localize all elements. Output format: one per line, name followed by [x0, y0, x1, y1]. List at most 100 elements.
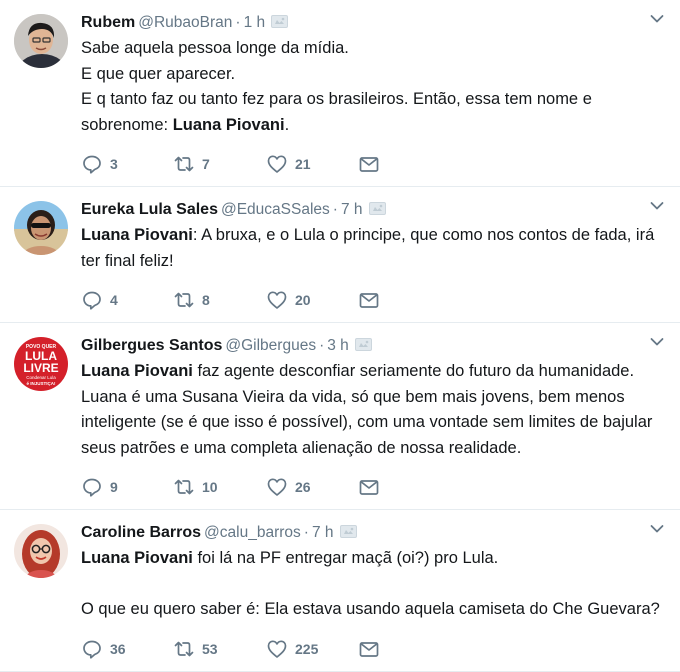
retweet-icon: [174, 641, 194, 656]
mention-name[interactable]: Luana Piovani: [81, 226, 193, 244]
separator-dot: ·: [319, 337, 325, 354]
reply-icon: [83, 291, 101, 310]
avatar[interactable]: [14, 14, 68, 68]
tweet-text-line: seus patrões e uma completa alienação de…: [81, 436, 666, 462]
tweet-time[interactable]: 7 h: [312, 524, 334, 541]
direct-message-button[interactable]: [358, 476, 380, 498]
retweet-button[interactable]: 10: [173, 476, 266, 498]
tweet-1[interactable]: Rubem @RubaoBran · 1 h Sabe aquela pessoa l…: [0, 0, 680, 187]
direct-message-button[interactable]: [358, 638, 380, 660]
reply-icon: [83, 640, 101, 659]
tweet-2[interactable]: Eureka Lula Sales @EducaSSales · 7 h Luana …: [0, 187, 680, 323]
retweet-count: 7: [202, 156, 210, 172]
like-button[interactable]: 225: [266, 638, 358, 660]
tweet-text-segment: faz agente desconfiar seriamente do futu…: [192, 362, 635, 380]
heart-icon: [267, 155, 287, 173]
mention-name[interactable]: Luana Piovani: [81, 549, 193, 567]
avatar[interactable]: [14, 524, 68, 578]
tweet-text-line: Sabe aquela pessoa longe da mídia.: [81, 36, 666, 62]
envelope-icon: [359, 480, 379, 495]
direct-message-button[interactable]: [358, 153, 380, 175]
tweet-text-segment: foi lá na PF entregar maçã (oi?) pro Lul…: [192, 549, 499, 567]
reply-button[interactable]: 9: [81, 476, 173, 498]
like-count: 26: [295, 479, 311, 495]
user-handle[interactable]: @EducaSSales: [221, 201, 330, 218]
heart-icon: [267, 291, 287, 309]
tweet-time[interactable]: 1 h: [244, 14, 266, 31]
chevron-down-icon[interactable]: [650, 201, 664, 211]
tweet-text: Luana Piovani: A bruxa, e o Lula o princ…: [81, 223, 666, 274]
tweet-text-line: E que quer aparecer.: [81, 62, 666, 88]
envelope-icon: [359, 293, 379, 308]
tweet-text-segment: inteligente (se é que isso é possível), …: [81, 413, 653, 431]
retweet-icon: [174, 292, 194, 308]
tweet-text: Luana Piovani faz agente desconfiar seri…: [81, 359, 666, 461]
display-name[interactable]: Rubem: [81, 14, 135, 31]
tweet-header: Rubem @RubaoBran · 1 h: [81, 12, 666, 34]
envelope-icon: [359, 157, 379, 172]
avatar[interactable]: POVO QUER LULA LIVRE Condenar Lula é INJUSTI…: [14, 337, 68, 391]
retweet-count: 10: [202, 479, 218, 495]
tweet-text-line: Luana Piovani faz agente desconfiar seri…: [81, 359, 666, 385]
tweet-header: Caroline Barros @calu_barros · 7 h: [81, 522, 666, 544]
retweet-icon: [174, 479, 194, 495]
tweet-text-line: Luana Piovani: A bruxa, e o Lula o princ…: [81, 223, 666, 249]
tweet-text-line: Luana é uma Susana Vieira da vida, só qu…: [81, 385, 666, 411]
like-button[interactable]: 21: [266, 153, 358, 175]
reply-count: 3: [110, 156, 118, 172]
retweet-button[interactable]: 8: [173, 289, 266, 311]
tweet-actions: 9 10 26: [81, 465, 666, 509]
retweet-count: 53: [202, 640, 218, 657]
mention-name[interactable]: Luana Piovani: [81, 362, 193, 380]
tweet-4[interactable]: Caroline Barros @calu_barros · 7 h Luana Pi…: [0, 510, 680, 672]
reply-button[interactable]: 4: [81, 289, 173, 311]
reply-button[interactable]: 36: [81, 638, 173, 660]
mention-name[interactable]: Luana Piovani: [173, 116, 285, 134]
tweet-text-line: O que eu quero saber é: Ela estava usand…: [81, 597, 666, 623]
user-handle[interactable]: @Gilbergues: [225, 337, 316, 354]
avatar-badge-text: LIVRE: [23, 361, 58, 375]
chevron-down-icon[interactable]: [650, 337, 664, 347]
tweet-text-line: [81, 572, 666, 598]
avatar[interactable]: [14, 201, 68, 255]
like-count: 20: [295, 292, 311, 308]
tweet-text-segment: E q tanto faz ou tanto fez para os brasi…: [81, 90, 592, 108]
tweet-text-line: Luana Piovani foi lá na PF entregar maçã…: [81, 546, 666, 572]
timeline: Rubem @RubaoBran · 1 h Sabe aquela pessoa l…: [0, 0, 680, 672]
display-name[interactable]: Gilbergues Santos: [81, 337, 222, 354]
separator-dot: ·: [303, 524, 309, 541]
tweet-text-segment: Luana é uma Susana Vieira da vida, só qu…: [81, 387, 625, 406]
like-button[interactable]: 20: [266, 289, 358, 311]
direct-message-button[interactable]: [358, 289, 380, 311]
heart-icon: [267, 639, 287, 658]
tweet-text-line: ter final feliz!: [81, 249, 666, 275]
user-handle[interactable]: @calu_barros: [204, 524, 301, 541]
tweet-text-line: sobrenome: Luana Piovani.: [81, 113, 666, 139]
chevron-down-icon[interactable]: [650, 524, 664, 534]
tweet-header: Eureka Lula Sales @EducaSSales · 7 h: [81, 199, 666, 221]
tweet-text-line: inteligente (se é que isso é possível), …: [81, 410, 666, 436]
tweet-3[interactable]: POVO QUER LULA LIVRE Condenar Lula é INJUSTI…: [0, 323, 680, 510]
user-handle[interactable]: @RubaoBran: [138, 14, 232, 31]
like-button[interactable]: 26: [266, 476, 358, 498]
separator-dot: ·: [235, 14, 241, 31]
tweet-actions: 36 53 225: [81, 627, 666, 671]
reply-icon: [83, 478, 101, 497]
display-name[interactable]: Caroline Barros: [81, 524, 201, 541]
heart-icon: [267, 478, 287, 496]
tweet-time[interactable]: 3 h: [327, 337, 349, 354]
tweet-time[interactable]: 7 h: [341, 201, 363, 218]
reply-button[interactable]: 3: [81, 153, 173, 175]
retweet-button[interactable]: 7: [173, 153, 266, 175]
retweet-button[interactable]: 53: [173, 638, 266, 660]
tweet-text: Sabe aquela pessoa longe da mídia. E que …: [81, 36, 666, 138]
tweet-header: Gilbergues Santos @Gilbergues · 3 h: [81, 335, 666, 357]
reply-count: 9: [110, 479, 118, 495]
tweet-text-segment: sobrenome:: [81, 115, 173, 134]
reply-icon: [83, 155, 101, 174]
display-name[interactable]: Eureka Lula Sales: [81, 201, 218, 218]
tweet-text-segment: : A bruxa, e o Lula o principe, que como…: [192, 226, 655, 244]
reply-count: 36: [110, 640, 126, 657]
chevron-down-icon[interactable]: [650, 14, 664, 24]
tweet-text-segment: ter final feliz!: [81, 251, 174, 270]
